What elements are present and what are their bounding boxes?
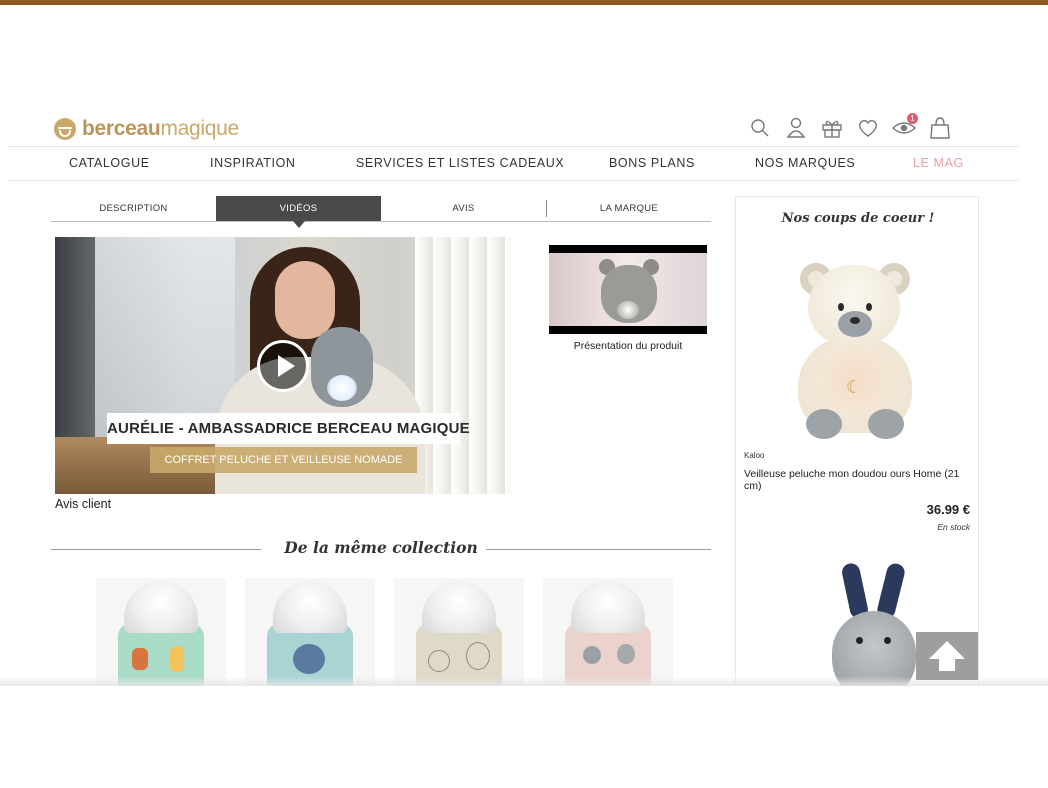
video-subtitle-overlay: COFFRET PELUCHE ET VEILLEUSE NOMADE — [150, 447, 417, 473]
tab-avis[interactable]: AVIS — [381, 196, 546, 221]
logo-text: berceaumagique — [82, 117, 239, 140]
nav-nos-marques[interactable]: NOS MARQUES — [755, 156, 855, 170]
product-brand: Kaloo — [744, 451, 765, 460]
nav-catalogue[interactable]: CATALOGUE — [69, 156, 150, 170]
tab-description[interactable]: DESCRIPTION — [51, 196, 216, 221]
sidebar-title: Nos coups de coeur ! — [781, 211, 935, 226]
product-card-blue-lamp[interactable] — [245, 578, 375, 688]
favorites-sidebar: Nos coups de coeur ! ☾ Kaloo Veilleuse p… — [735, 196, 979, 688]
top-accent-bar — [0, 0, 1048, 5]
moon-icon: ☾ — [846, 377, 863, 397]
lamp-dome — [273, 581, 347, 633]
product-presentation-video[interactable] — [549, 245, 707, 334]
video-thumbnail-image — [549, 253, 707, 326]
collection-products — [96, 578, 676, 688]
tab-la-marque[interactable]: LA MARQUE — [547, 196, 711, 221]
product-price: 36.99 € — [926, 502, 970, 517]
scroll-to-top-button[interactable] — [916, 632, 978, 680]
play-icon[interactable] — [257, 340, 309, 392]
product-card-pink-lamp[interactable] — [543, 578, 673, 688]
nav-le-mag[interactable]: LE MAG — [913, 156, 964, 170]
thumb-video-caption: Présentation du produit — [573, 340, 683, 352]
arrow-up-icon — [929, 641, 965, 671]
bunny-plush-image[interactable] — [824, 561, 924, 687]
site-logo[interactable]: berceaumagique — [54, 116, 239, 142]
customer-review-video[interactable]: AURÉLIE - AMBASSADRICE BERCEAU MAGIQUE C… — [55, 237, 511, 494]
bear-nightlight-image[interactable]: ☾ — [794, 259, 916, 439]
user-icon[interactable] — [784, 116, 808, 140]
lamp-dome — [124, 581, 198, 633]
lamp-dome — [571, 581, 645, 633]
lamp-dome — [422, 581, 496, 633]
product-name-link[interactable]: Veilleuse peluche mon doudou ours Home (… — [744, 468, 969, 492]
eye-badge: 1 — [907, 113, 918, 124]
video-title-overlay: AURÉLIE - AMBASSADRICE BERCEAU MAGIQUE — [107, 413, 470, 444]
nav-inspiration[interactable]: INSPIRATION — [210, 156, 296, 170]
video-caption: Avis client — [55, 497, 112, 511]
nav-services-listes-cadeaux[interactable]: SERVICES ET LISTES CADEAUX — [356, 156, 564, 170]
tab-videos[interactable]: VIDÉOS — [216, 196, 381, 228]
search-icon[interactable] — [748, 116, 772, 140]
main-nav: CATALOGUE INSPIRATION SERVICES ET LISTES… — [8, 146, 1019, 181]
collection-title: De la même collection — [284, 538, 478, 557]
product-tabs: DESCRIPTION VIDÉOS AVIS LA MARQUE — [51, 196, 711, 228]
video-curtain — [415, 237, 511, 494]
logo-cradle-icon — [54, 118, 76, 140]
viewport-bottom-shadow — [0, 676, 1048, 686]
stock-status: En stock — [937, 522, 970, 532]
viewport-bottom — [0, 686, 1048, 788]
heart-icon[interactable] — [856, 116, 880, 140]
bag-icon[interactable] — [928, 116, 952, 140]
product-card-beige-lamp[interactable] — [394, 578, 524, 688]
header-icons: 1 — [748, 113, 952, 140]
gift-icon[interactable] — [820, 116, 844, 140]
product-card-mint-lamp[interactable] — [96, 578, 226, 688]
nav-bons-plans[interactable]: BONS PLANS — [609, 156, 695, 170]
collection-heading: De la même collection — [51, 538, 711, 560]
eye-icon[interactable]: 1 — [892, 113, 918, 140]
